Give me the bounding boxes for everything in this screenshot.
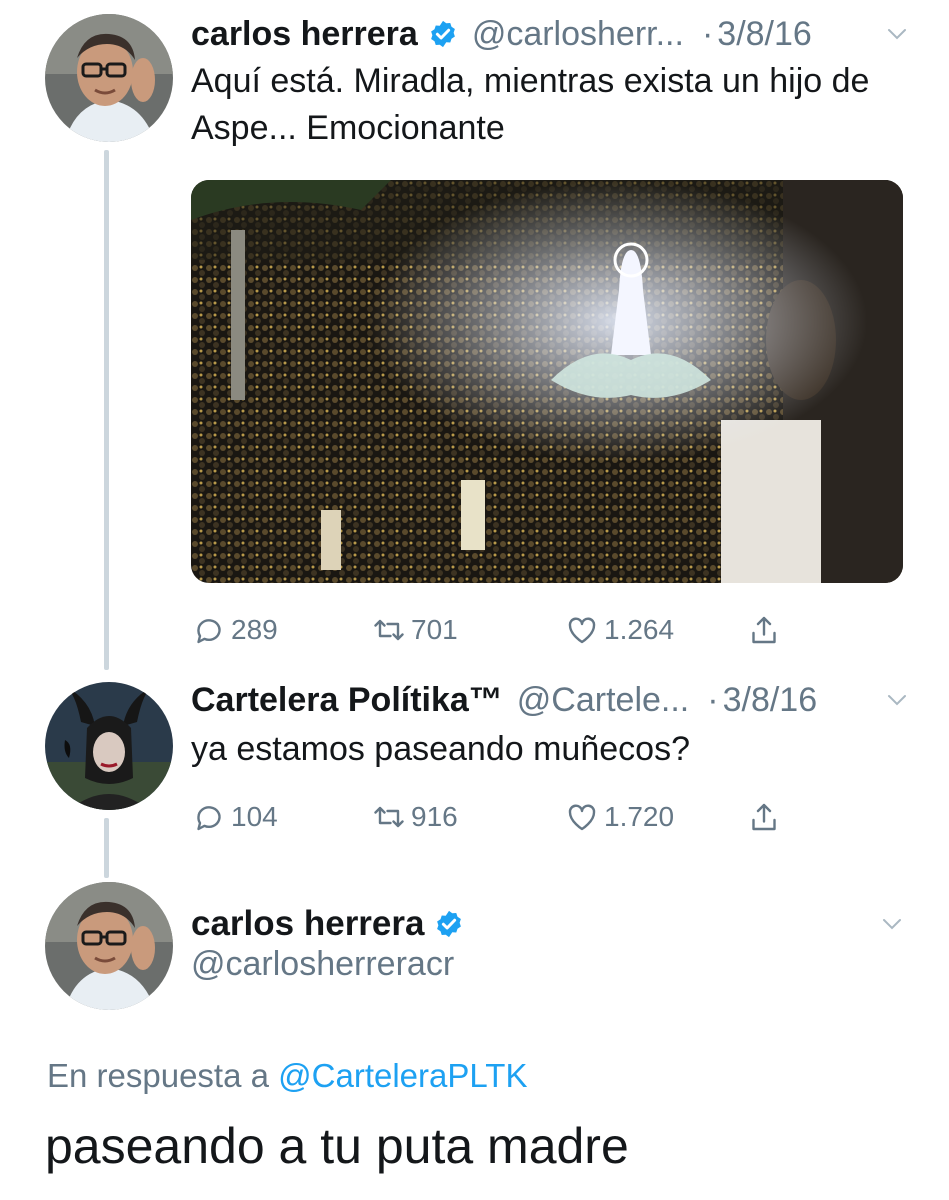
retweet-action[interactable]: 701 — [371, 610, 458, 650]
tweet-text: ya estamos paseando muñecos? — [191, 730, 690, 768]
like-action[interactable]: 1.264 — [564, 610, 674, 650]
display-name[interactable]: carlos herrera — [191, 12, 418, 56]
thread-line — [104, 818, 109, 878]
like-count: 1.264 — [604, 614, 675, 645]
retweet-action[interactable]: 916 — [371, 797, 458, 837]
thread-line — [104, 150, 109, 670]
tweet-header: Cartelera Polítika™ @Cartele... · 3/8/16 — [191, 678, 909, 722]
share-action[interactable] — [746, 797, 786, 837]
tweet-header: carlos herrera @carlosherr... · 3/8/16 — [191, 12, 909, 56]
like-action[interactable]: 1.720 — [564, 797, 674, 837]
reply-icon — [197, 619, 221, 644]
avatar-cartelera-image — [45, 682, 173, 810]
separator: · — [701, 15, 714, 53]
verified-badge-icon — [428, 19, 458, 49]
reply-mention-link[interactable]: @CarteleraPLTK — [278, 1057, 527, 1094]
avatar-carlos-image — [45, 14, 173, 142]
handle[interactable]: @carlosherr... — [472, 12, 684, 56]
retweet-icon — [374, 619, 404, 641]
reply-prefix: En respuesta a — [47, 1057, 269, 1094]
tweet-date[interactable]: 3/8/16 — [723, 678, 818, 722]
focused-header: carlos herrera — [191, 900, 464, 948]
share-action[interactable] — [746, 610, 786, 650]
like-icon — [568, 804, 596, 831]
verified-badge-icon — [434, 909, 464, 939]
handle[interactable]: @Cartele... — [517, 678, 689, 722]
focused-tweet-text: paseando a tu puta madre — [45, 1118, 629, 1174]
tweet-date[interactable]: 3/8/16 — [717, 12, 812, 56]
reply-action[interactable]: 289 — [191, 610, 278, 650]
tweet-actions: 289 701 1.264 — [191, 610, 801, 650]
separator: · — [707, 681, 719, 719]
retweet-count: 916 — [411, 801, 458, 832]
reply-count: 289 — [231, 614, 278, 645]
chevron-down-icon[interactable] — [885, 22, 909, 46]
reply-icon — [197, 806, 221, 831]
chevron-down-icon[interactable] — [880, 912, 904, 936]
avatar-carlos-image — [45, 882, 173, 1010]
display-name[interactable]: Cartelera Polítika™ — [191, 678, 503, 722]
chevron-down-icon[interactable] — [885, 688, 909, 712]
display-name[interactable]: carlos herrera — [191, 904, 424, 944]
retweet-icon — [374, 806, 404, 828]
like-count: 1.720 — [604, 801, 675, 832]
tweet-text: Aquí está. Miradla, mientras exista un h… — [191, 62, 870, 147]
avatar[interactable] — [45, 14, 173, 142]
like-icon — [568, 617, 596, 644]
procession-photo — [191, 180, 903, 583]
avatar[interactable] — [45, 682, 173, 810]
handle[interactable]: @carlosherreracr — [191, 945, 454, 984]
share-icon — [752, 616, 776, 644]
tweet-actions: 104 916 1.720 — [191, 797, 801, 837]
retweet-count: 701 — [411, 614, 458, 645]
reply-count: 104 — [231, 801, 278, 832]
reply-context: En respuesta a @CarteleraPLTK — [47, 1057, 527, 1095]
tweet-media[interactable] — [191, 180, 903, 583]
share-icon — [752, 803, 776, 831]
reply-action[interactable]: 104 — [191, 797, 278, 837]
avatar[interactable] — [45, 882, 173, 1010]
